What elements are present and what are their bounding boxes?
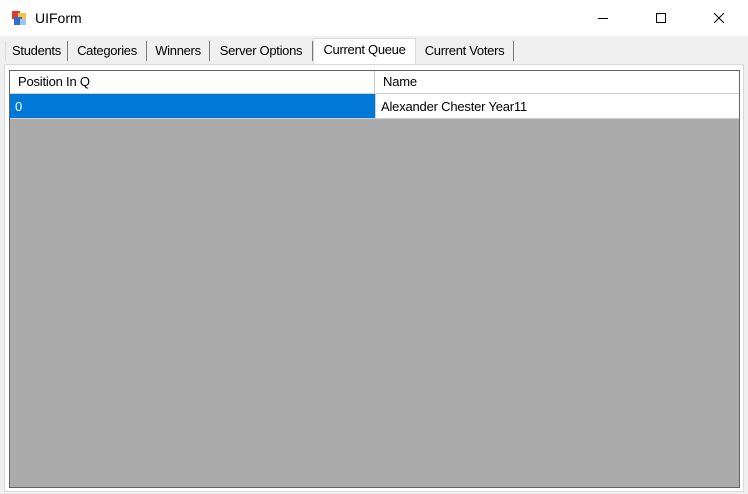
column-header-name[interactable]: Name <box>376 71 739 93</box>
close-icon <box>714 13 724 23</box>
tab-winners[interactable]: Winners <box>147 41 210 61</box>
minimize-button[interactable] <box>580 0 626 36</box>
cell-position[interactable]: 0 <box>10 94 375 119</box>
grid-header: Position In Q Name <box>10 71 739 94</box>
title-bar: UIForm <box>0 0 748 36</box>
tab-categories[interactable]: Categories <box>68 41 147 61</box>
maximize-icon <box>656 13 666 23</box>
maximize-button[interactable] <box>638 0 684 36</box>
table-row[interactable]: 0 Alexander Chester Year11 <box>10 94 739 120</box>
minimize-icon <box>598 18 608 19</box>
tab-students[interactable]: Students <box>5 41 68 61</box>
tab-current-voters[interactable]: Current Voters <box>416 41 514 61</box>
tab-strip: Students Categories Winners Server Optio… <box>0 36 748 66</box>
close-button[interactable] <box>696 0 742 36</box>
cell-name[interactable]: Alexander Chester Year11 <box>375 94 739 119</box>
tab-current-queue[interactable]: Current Queue <box>313 38 416 64</box>
tab-server-options[interactable]: Server Options <box>210 41 313 61</box>
column-header-position[interactable]: Position In Q <box>10 71 375 93</box>
queue-grid[interactable]: Position In Q Name 0 Alexander Chester Y… <box>9 70 740 488</box>
window-title: UIForm <box>35 10 82 26</box>
app-icon <box>11 10 27 26</box>
